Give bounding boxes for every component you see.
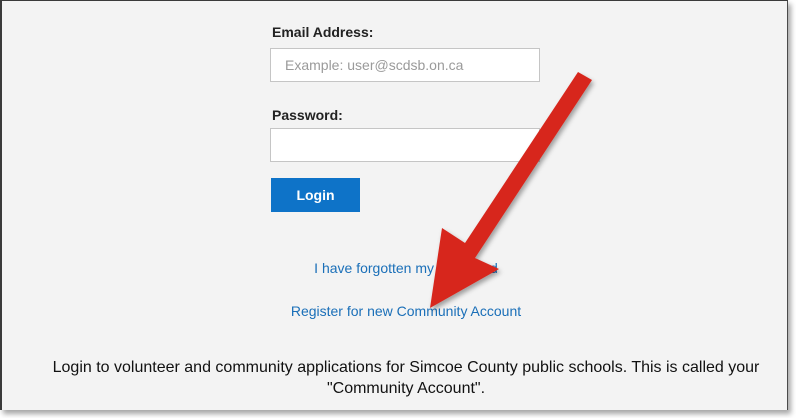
register-community-account-link[interactable]: Register for new Community Account [2,303,796,319]
forgot-password-link[interactable]: I have forgotten my password [2,260,796,276]
login-button[interactable]: Login [271,178,360,212]
email-input[interactable] [270,48,540,82]
login-panel: Email Address: Password: Login I have fo… [0,0,788,410]
password-input[interactable] [270,128,540,162]
password-label: Password: [272,107,343,123]
page-description: Login to volunteer and community applica… [52,359,760,397]
email-label: Email Address: [272,24,374,40]
